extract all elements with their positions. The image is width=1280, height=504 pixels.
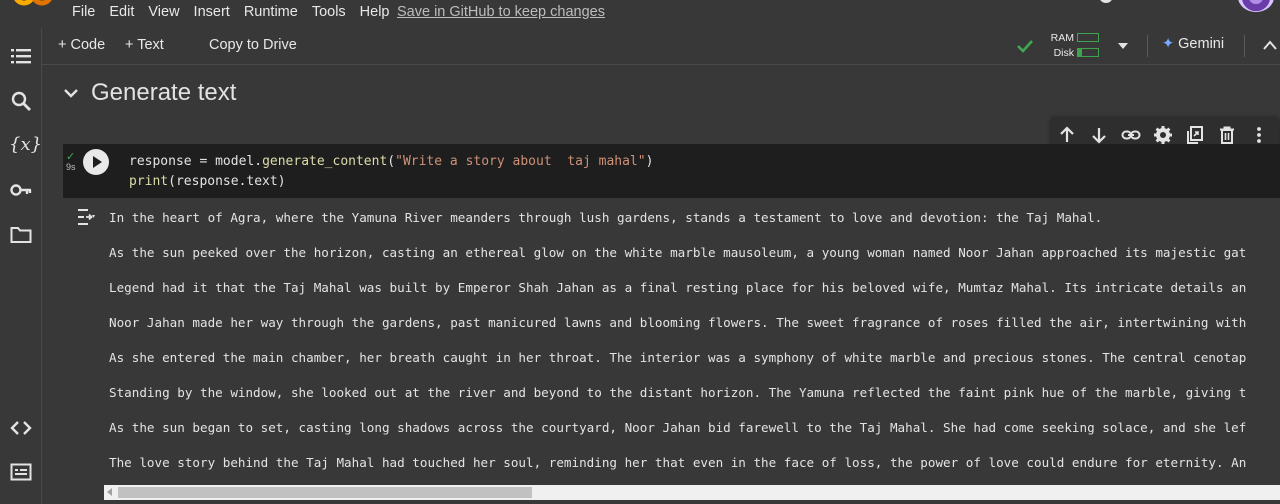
- ram-label: RAM: [1050, 32, 1074, 44]
- collapse-header-icon[interactable]: [1263, 40, 1277, 50]
- output-line: The love story behind the Taj Mahal had …: [109, 455, 1247, 470]
- more-vert-icon[interactable]: [1249, 125, 1269, 145]
- user-avatar[interactable]: [1238, 0, 1274, 12]
- runtime-dropdown-icon[interactable]: [1117, 42, 1129, 50]
- code-close-paren: ): [645, 154, 654, 169]
- section-header: Generate text: [63, 79, 236, 107]
- command-palette-icon[interactable]: [9, 460, 33, 484]
- output-line: As the sun peeked over the horizon, cast…: [109, 245, 1247, 260]
- run-cell-button[interactable]: [83, 149, 109, 175]
- toolbar-divider: [1147, 35, 1148, 57]
- disk-usage-fill: [1078, 49, 1082, 56]
- code-response-assign: response = model.: [129, 154, 263, 169]
- menu-list: File Edit View Insert Runtime Tools Help: [72, 4, 390, 20]
- code-line-2: print(response.text): [129, 172, 653, 192]
- output-line: Legend had it that the Taj Mahal was bui…: [109, 280, 1247, 295]
- link-icon[interactable]: [1121, 125, 1141, 145]
- settings-gear-icon[interactable]: [1096, 0, 1116, 8]
- menu-bar: File Edit View Insert Runtime Tools Help…: [0, 0, 1280, 28]
- output-line: As she entered the main chamber, her bre…: [109, 350, 1247, 365]
- delete-icon[interactable]: [1217, 125, 1237, 145]
- menu-tools[interactable]: Tools: [312, 4, 346, 20]
- gemini-spark-icon: ✦: [1162, 36, 1175, 52]
- notebook-toolbar: + Code + Text Copy to Drive RAM Disk ✦ Ge…: [0, 28, 1280, 65]
- add-text-button[interactable]: + Text: [125, 37, 164, 53]
- copy-to-drive-button[interactable]: Copy to Drive: [209, 37, 297, 53]
- colab-logo-icon[interactable]: [14, 0, 54, 8]
- menu-insert[interactable]: Insert: [194, 4, 230, 20]
- save-in-github-link[interactable]: Save in GitHub to keep changes: [397, 4, 605, 20]
- output-line: Noor Jahan made her way through the gard…: [109, 315, 1247, 330]
- execution-time: 9s: [66, 162, 76, 172]
- code-prompt-string: "Write a story about taj mahal": [395, 154, 646, 169]
- left-sidebar: {x}: [0, 28, 42, 504]
- section-title: Generate text: [91, 79, 237, 106]
- mirror-cell-icon[interactable]: [1185, 125, 1205, 145]
- output-line: Standing by the window, she looked out a…: [109, 385, 1247, 400]
- move-up-icon[interactable]: [1057, 125, 1077, 145]
- cell-output[interactable]: In the heart of Agra, where the Yamuna R…: [109, 205, 1280, 485]
- code-line-1: response = model.generate_content("Write…: [129, 152, 653, 172]
- move-down-icon[interactable]: [1089, 125, 1109, 145]
- scroll-left-arrow-icon[interactable]: [107, 488, 112, 496]
- code-snippets-icon[interactable]: [9, 416, 33, 440]
- gemini-button[interactable]: ✦ Gemini: [1162, 36, 1224, 52]
- table-of-contents-icon[interactable]: [9, 44, 33, 68]
- menu-edit[interactable]: Edit: [109, 4, 134, 20]
- files-folder-icon[interactable]: [9, 223, 33, 247]
- menu-file[interactable]: File: [72, 4, 95, 20]
- toolbar-divider: [1244, 35, 1245, 57]
- disk-label: Disk: [1053, 47, 1074, 59]
- search-icon[interactable]: [9, 89, 33, 113]
- output-horizontal-scrollbar[interactable]: [104, 485, 1280, 500]
- code-print-args: (response.text): [168, 174, 286, 189]
- settings-icon[interactable]: [1153, 125, 1173, 145]
- menu-view[interactable]: View: [148, 4, 179, 20]
- scrollbar-thumb[interactable]: [118, 487, 532, 498]
- output-actions-icon[interactable]: [76, 208, 96, 226]
- secrets-key-icon[interactable]: [9, 178, 33, 202]
- output-line: In the heart of Agra, where the Yamuna R…: [109, 210, 1103, 225]
- output-line: As the sun began to set, casting long sh…: [109, 420, 1247, 435]
- notebook-main: Generate text ✓ 9s response = model.gene…: [43, 65, 1280, 504]
- menu-help[interactable]: Help: [360, 4, 390, 20]
- menu-runtime[interactable]: Runtime: [244, 4, 298, 20]
- gemini-label: Gemini: [1178, 36, 1225, 52]
- chevron-down-icon[interactable]: [63, 87, 79, 99]
- resource-labels[interactable]: RAM Disk: [1050, 31, 1074, 61]
- variables-icon[interactable]: {x}: [9, 133, 42, 157]
- disk-usage-bar[interactable]: [1077, 48, 1099, 57]
- code-editor[interactable]: response = model.generate_content("Write…: [129, 152, 653, 192]
- ram-usage-bar[interactable]: [1077, 33, 1099, 42]
- connected-check-icon[interactable]: [1015, 36, 1035, 56]
- code-cell[interactable]: ✓ 9s response = model.generate_content("…: [63, 144, 1280, 198]
- run-gutter: ✓ 9s: [63, 144, 109, 198]
- code-generate-call: generate_content: [262, 154, 388, 169]
- add-code-button[interactable]: + Code: [58, 37, 105, 53]
- code-open-paren: (: [387, 154, 396, 169]
- code-print-call: print: [129, 174, 169, 189]
